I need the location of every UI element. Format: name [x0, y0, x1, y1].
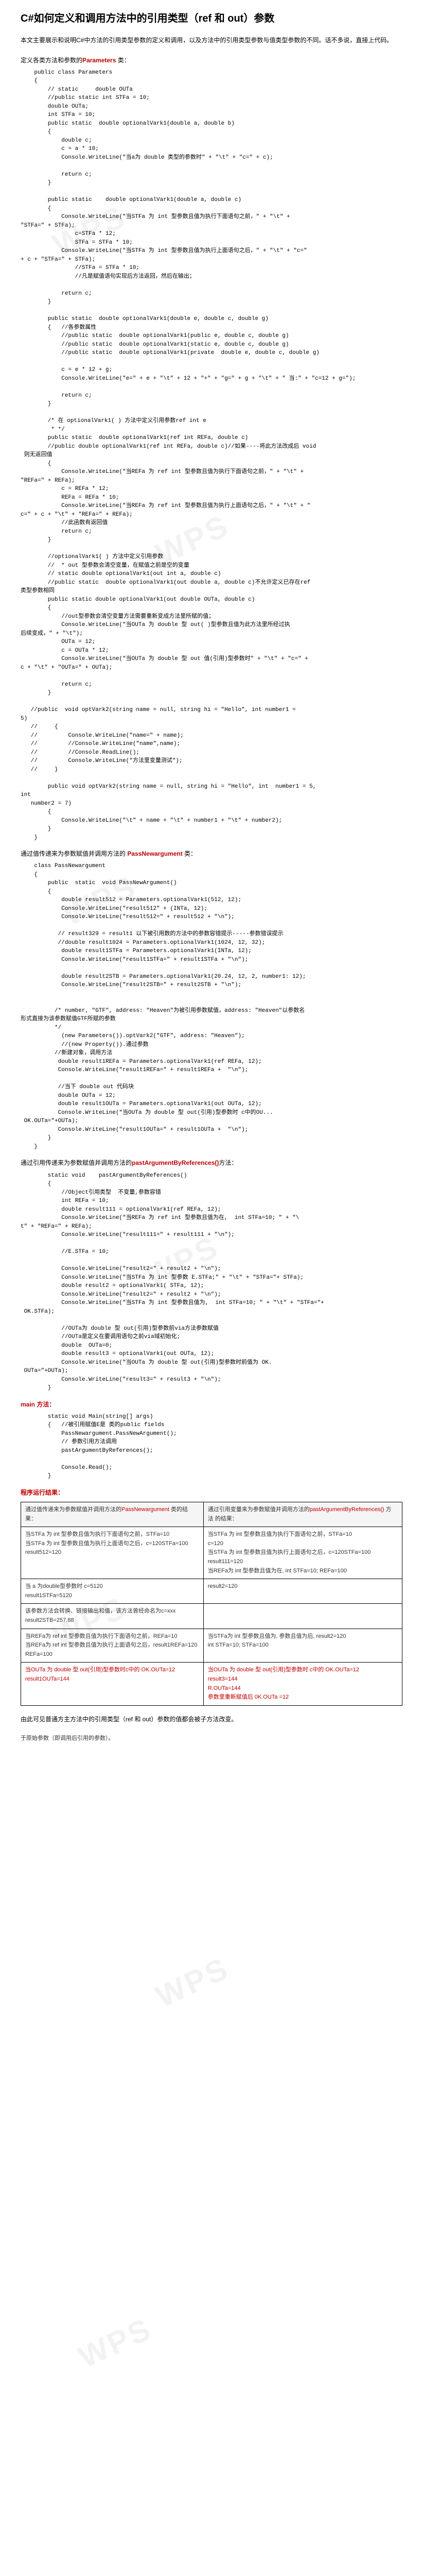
- conclusion: 由此可见普通方主方法中的引用类型（ref 和 out）参数的值都会被子方法改变。: [21, 1714, 402, 1725]
- table-header-right: 通过引用变量来为参数赋值并调用方法的pastArgumentByReferenc…: [203, 1502, 402, 1527]
- table-row: 当 a 为double型参数时 c=5120 result1STFa=5120 …: [21, 1579, 402, 1604]
- intro-text: 本文主要展示和说明C#中方法的引用类型参数的定义和调用，以及方法中的引用类型参数…: [21, 35, 402, 46]
- code-passref: static void pastArgumentByReferences() {…: [21, 1172, 402, 1393]
- table-row: 该参数方法会转换、链接输出和值，该方法曾经命名为c=xxx result2STB…: [21, 1604, 402, 1629]
- section-passnew-title: 通过值传递来为参数赋值并调用方法的 PassNewargument 类：: [21, 849, 402, 859]
- result-title: 程序运行结果：: [21, 1488, 402, 1498]
- table-row: 当STFa 为 int 型参数且值为执行下面语句之前，STFa=10 当STFa…: [21, 1527, 402, 1579]
- page-title: C#如何定义和调用方法中的引用类型（ref 和 out）参数: [21, 10, 402, 27]
- copyright: 于原始参数（即调用后引用的参数）。: [21, 1734, 402, 1743]
- table-row: 当REFa为 ref int 型参数且值为执行下面语句之前，REFa=10 当R…: [21, 1629, 402, 1663]
- section-passref-title: 通过引用传递来为参数赋值并调用方法的pastArgumentByReferenc…: [21, 1158, 402, 1168]
- section-main-title: main 方法：: [21, 1400, 402, 1410]
- table-row: 当OUTa 为 double 型 out(引用)型参数时c中的 OK.OUTa=…: [21, 1663, 402, 1705]
- code-main: static void Main(string[] args) { //被引用赋…: [21, 1413, 402, 1481]
- table-header-left: 通过值传递来为参数赋值并调用方法的PassNewargument 类的结果：: [21, 1502, 204, 1527]
- result-table: 通过值传递来为参数赋值并调用方法的PassNewargument 类的结果： 通…: [21, 1502, 402, 1706]
- code-parameters: public class Parameters { // static doub…: [21, 69, 402, 842]
- code-passnew: class PassNewargument { public static vo…: [21, 862, 402, 1151]
- section-parameters-title: 定义各类方法和参数的Parameters 类：: [21, 56, 402, 65]
